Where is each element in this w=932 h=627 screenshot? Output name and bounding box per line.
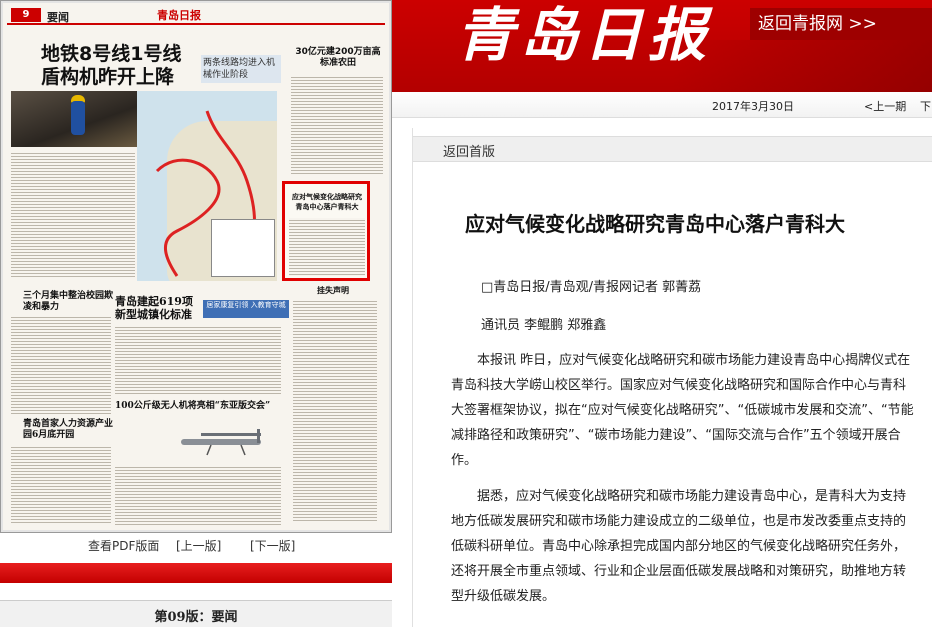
page-thumbnail-pane: 9 要闻 青岛日报 地铁8号线1号线 盾构机昨开上降 两条线路均进入机械作业阶段…: [0, 0, 392, 627]
back-home-bar: 返回首版: [413, 136, 932, 162]
main-headline[interactable]: 地铁8号线1号线 盾构机昨开上降: [41, 43, 181, 89]
article-pane: 青岛日报 返回青报网 >> 2017年3月30日 <上一期 下 返回首版 应对气…: [392, 0, 932, 627]
text-column: [115, 465, 281, 525]
section-headline-5[interactable]: 青岛首家人力资源产业园6月底开园: [23, 419, 115, 441]
article-paragraph-2: 据悉，应对气候变化战略研究和碳市场能力建设青岛中心，是青科大为支持地方低碳发展研…: [451, 489, 907, 604]
right-column-headline[interactable]: 30亿元建200万亩高标准农田: [291, 47, 385, 69]
article-correspondents: 通讯员 李鲲鹏 郑雅鑫: [481, 318, 607, 333]
next-issue-link[interactable]: 下: [920, 98, 931, 114]
edition-footer: 第09版：要闻: [0, 600, 392, 627]
blue-tag: 居家康复引领 入教育守城: [203, 300, 289, 318]
article-paragraph-1: 本报讯 昨日，应对气候变化战略研究和碳市场能力建设青岛中心揭牌仪式在青岛科技大学…: [451, 353, 914, 468]
edition-name: 要闻: [47, 11, 69, 24]
left-red-bar: [0, 563, 392, 583]
sub-headline: 两条线路均进入机械作业阶段: [201, 55, 281, 83]
masthead: 青岛日报 返回青报网 >>: [392, 0, 932, 92]
text-column: [11, 151, 135, 279]
back-to-site-button[interactable]: 返回青报网 >>: [750, 8, 932, 40]
next-page-link[interactable]: [下一版]: [250, 537, 295, 554]
prev-issue-link[interactable]: <上一期: [864, 98, 906, 114]
newspaper-page: 9 要闻 青岛日报 地铁8号线1号线 盾构机昨开上降 两条线路均进入机械作业阶段…: [3, 3, 389, 530]
selected-article-highlight[interactable]: 应对气候变化战略研究青岛中心落户青科大: [282, 181, 370, 281]
text-column: [11, 445, 111, 525]
headline-line1: 地铁8号线1号线: [41, 43, 182, 65]
text-column: [11, 315, 111, 415]
article-byline: □青岛日报/青岛观/青报网记者 郭菁荔: [481, 280, 702, 295]
newspaper-page-image: 9 要闻 青岛日报 地铁8号线1号线 盾构机昨开上降 两条线路均进入机械作业阶段…: [0, 0, 392, 533]
drone-image: [181, 429, 261, 456]
issue-date: 2017年3月30日: [712, 100, 794, 113]
tunnel-photo: [11, 91, 137, 147]
view-pdf-link[interactable]: 查看PDF版面: [88, 537, 159, 554]
article-frame: 返回首版 应对气候变化战略研究青岛中心落户青科大 □青岛日报/青岛观/青报网记者…: [412, 128, 932, 627]
text-column: [115, 325, 281, 395]
paper-topbar: 9 要闻 青岛日报: [7, 7, 385, 25]
paper-logo: 青岛日报: [157, 9, 201, 22]
section-headline-3[interactable]: 青岛建起619项新型城镇化标准: [115, 295, 201, 321]
map-inset: [211, 219, 275, 277]
site-logo: 青岛日报: [456, 1, 713, 69]
section-headline-4[interactable]: 100公斤级无人机将亮相“东亚版交会”: [115, 401, 285, 412]
highlight-text: [289, 218, 365, 276]
notice-headline: 挂失声明: [317, 285, 349, 295]
page-root: 9 要闻 青岛日报 地铁8号线1号线 盾构机昨开上降 两条线路均进入机械作业阶段…: [0, 0, 932, 627]
highlight-title: 应对气候变化战略研究青岛中心落户青科大: [292, 193, 362, 211]
metro-map: [137, 91, 277, 281]
prev-page-link[interactable]: [上一版]: [176, 537, 221, 554]
headline-line2: 盾构机昨开上降: [41, 66, 175, 88]
back-home-link[interactable]: 返回首版: [443, 141, 495, 160]
worker-shape: [71, 101, 85, 135]
text-column: [291, 75, 383, 175]
article-title: 应对气候变化战略研究青岛中心落户青科大: [465, 212, 845, 236]
section-headline-2[interactable]: 三个月集中整治校园欺凌和暴力: [23, 291, 115, 313]
issue-date-bar: 2017年3月30日 <上一期 下: [392, 92, 932, 118]
notice-column: [293, 299, 377, 523]
page-nav-row: 查看PDF版面 [上一版] [下一版]: [0, 536, 392, 554]
edition-number: 9: [11, 8, 41, 22]
